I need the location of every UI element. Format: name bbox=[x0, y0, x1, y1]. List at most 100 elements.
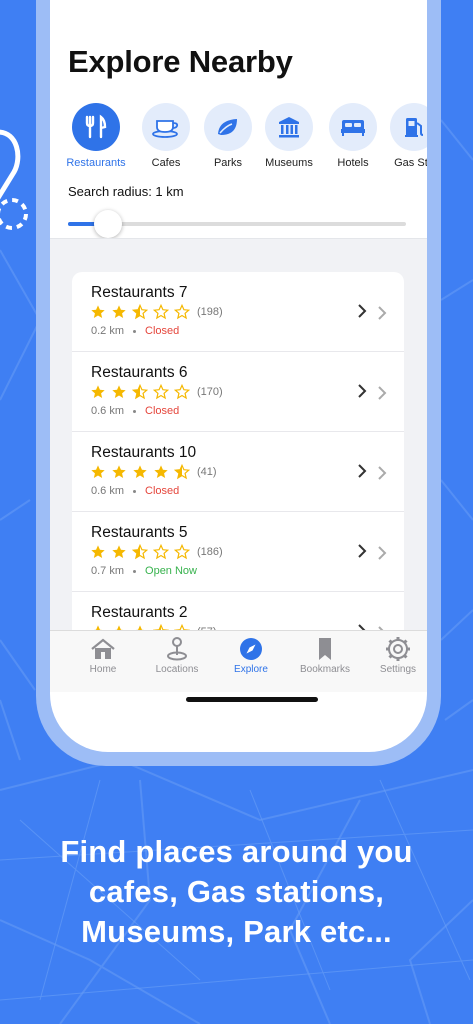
marketing-tagline: Find places around you cafes, Gas statio… bbox=[0, 832, 473, 952]
rating-stars: (170) bbox=[90, 384, 223, 400]
place-meta: 0.6 km Closed bbox=[91, 485, 179, 497]
place-distance: 0.6 km bbox=[91, 485, 125, 497]
results-list: Restaurants 7 (198) 0.2 km Closed Restaurant… bbox=[72, 272, 404, 672]
tab-locations[interactable]: Locations bbox=[142, 637, 212, 675]
place-row[interactable]: Restaurants 7 (198) 0.2 km Closed bbox=[72, 272, 404, 352]
tab-explore[interactable]: Explore bbox=[216, 637, 286, 675]
review-count: (186) bbox=[197, 546, 223, 558]
tab-label: Home bbox=[89, 664, 117, 675]
star-filled-icon bbox=[112, 465, 126, 478]
tab-label: Settings bbox=[379, 664, 417, 675]
place-distance: 0.2 km bbox=[91, 325, 125, 337]
category-restaurants[interactable]: Restaurants bbox=[64, 103, 128, 169]
chevron-right-icon bbox=[358, 544, 367, 558]
tagline-line-1: Find places around you bbox=[60, 834, 413, 869]
category-label: Museums bbox=[265, 157, 313, 169]
category-cafes[interactable]: Cafes bbox=[134, 103, 198, 169]
star-filled-icon bbox=[112, 545, 126, 558]
star-empty-icon bbox=[153, 384, 169, 400]
tab-settings[interactable]: Settings bbox=[363, 637, 427, 675]
place-name: Restaurants 2 bbox=[91, 604, 188, 621]
home-icon bbox=[68, 637, 138, 661]
place-row[interactable]: Restaurants 5 (186) 0.7 km Open Now bbox=[72, 512, 404, 592]
leaf-icon bbox=[204, 103, 252, 151]
place-meta: 0.7 km Open Now bbox=[91, 565, 197, 577]
slider-thumb[interactable] bbox=[94, 210, 122, 238]
app-screen: Explore Nearby Restaurants Cafes Parks M… bbox=[50, 0, 427, 752]
coffee-cup-icon bbox=[142, 103, 190, 151]
star-empty-icon bbox=[153, 304, 169, 320]
star-filled-icon bbox=[91, 385, 105, 398]
radius-slider[interactable] bbox=[68, 210, 406, 238]
chevron-right-icon bbox=[358, 304, 367, 318]
star-half-icon bbox=[132, 544, 148, 560]
chevron-right-icon bbox=[358, 464, 367, 478]
open-status: Closed bbox=[145, 325, 180, 337]
rating-stars: (198) bbox=[90, 304, 223, 320]
category-museums[interactable]: Museums bbox=[257, 103, 321, 169]
star-filled-icon bbox=[91, 305, 105, 318]
tab-bar: Home Locations Explore Bookmarks Setting… bbox=[50, 630, 427, 692]
tab-bookmarks[interactable]: Bookmarks bbox=[290, 637, 360, 675]
home-indicator bbox=[186, 697, 318, 702]
category-label: Restaurants bbox=[66, 157, 126, 169]
review-count: (198) bbox=[197, 306, 223, 318]
tab-label: Bookmarks bbox=[299, 664, 350, 675]
tab-label: Explore bbox=[234, 664, 268, 675]
star-half-icon bbox=[132, 304, 148, 320]
separator-dot bbox=[133, 409, 137, 413]
phone-frame: Explore Nearby Restaurants Cafes Parks M… bbox=[36, 0, 441, 766]
star-half-icon bbox=[174, 464, 190, 480]
museum-icon bbox=[265, 103, 313, 151]
star-empty-icon bbox=[174, 304, 190, 320]
separator-dot bbox=[133, 489, 137, 493]
star-half-icon bbox=[132, 384, 148, 400]
star-filled-icon bbox=[91, 465, 105, 478]
star-filled-icon bbox=[133, 465, 147, 478]
place-name: Restaurants 10 bbox=[91, 444, 197, 461]
review-count: (170) bbox=[197, 386, 223, 398]
tab-home[interactable]: Home bbox=[68, 637, 138, 675]
fuel-pump-icon bbox=[390, 103, 427, 151]
star-filled-icon bbox=[91, 545, 105, 558]
place-meta: 0.6 km Closed bbox=[91, 405, 179, 417]
place-name: Restaurants 7 bbox=[91, 284, 188, 301]
star-filled-icon bbox=[154, 465, 168, 478]
tagline-line-2: cafes, Gas stations, bbox=[88, 874, 385, 909]
place-distance: 0.7 km bbox=[91, 565, 125, 577]
compass-icon bbox=[216, 637, 286, 661]
bed-icon bbox=[329, 103, 377, 151]
category-label: Cafes bbox=[151, 157, 181, 169]
location-pin-icon bbox=[142, 637, 212, 661]
separator-dot bbox=[133, 329, 137, 333]
tab-label: Locations bbox=[155, 664, 199, 675]
review-count: (41) bbox=[197, 466, 217, 478]
chevron-right-icon bbox=[378, 306, 387, 320]
open-status: Open Now bbox=[145, 565, 197, 577]
category-selector: Restaurants Cafes Parks Museums Hotels G… bbox=[64, 103, 427, 173]
chevron-right-icon bbox=[378, 466, 387, 480]
separator-dot bbox=[133, 569, 137, 573]
category-label: Parks bbox=[213, 157, 243, 169]
category-parks[interactable]: Parks bbox=[196, 103, 260, 169]
place-name: Restaurants 6 bbox=[91, 364, 188, 381]
bookmark-icon bbox=[290, 637, 360, 661]
star-filled-icon bbox=[112, 305, 126, 318]
category-label: Gas Sta bbox=[394, 157, 427, 169]
rating-stars: (41) bbox=[90, 464, 217, 480]
star-empty-icon bbox=[174, 384, 190, 400]
chevron-right-icon bbox=[378, 546, 387, 560]
gear-icon bbox=[363, 637, 427, 661]
place-row[interactable]: Restaurants 10 (41) 0.6 km Closed bbox=[72, 432, 404, 512]
fork-knife-icon bbox=[72, 103, 120, 151]
open-status: Closed bbox=[145, 485, 180, 497]
star-empty-icon bbox=[174, 544, 190, 560]
place-distance: 0.6 km bbox=[91, 405, 125, 417]
category-hotels[interactable]: Hotels bbox=[321, 103, 385, 169]
open-status: Closed bbox=[145, 405, 180, 417]
rating-stars: (186) bbox=[90, 544, 223, 560]
category-gas-stations[interactable]: Gas Sta bbox=[382, 103, 427, 169]
star-empty-icon bbox=[153, 544, 169, 560]
place-row[interactable]: Restaurants 6 (170) 0.6 km Closed bbox=[72, 352, 404, 432]
place-meta: 0.2 km Closed bbox=[91, 325, 179, 337]
